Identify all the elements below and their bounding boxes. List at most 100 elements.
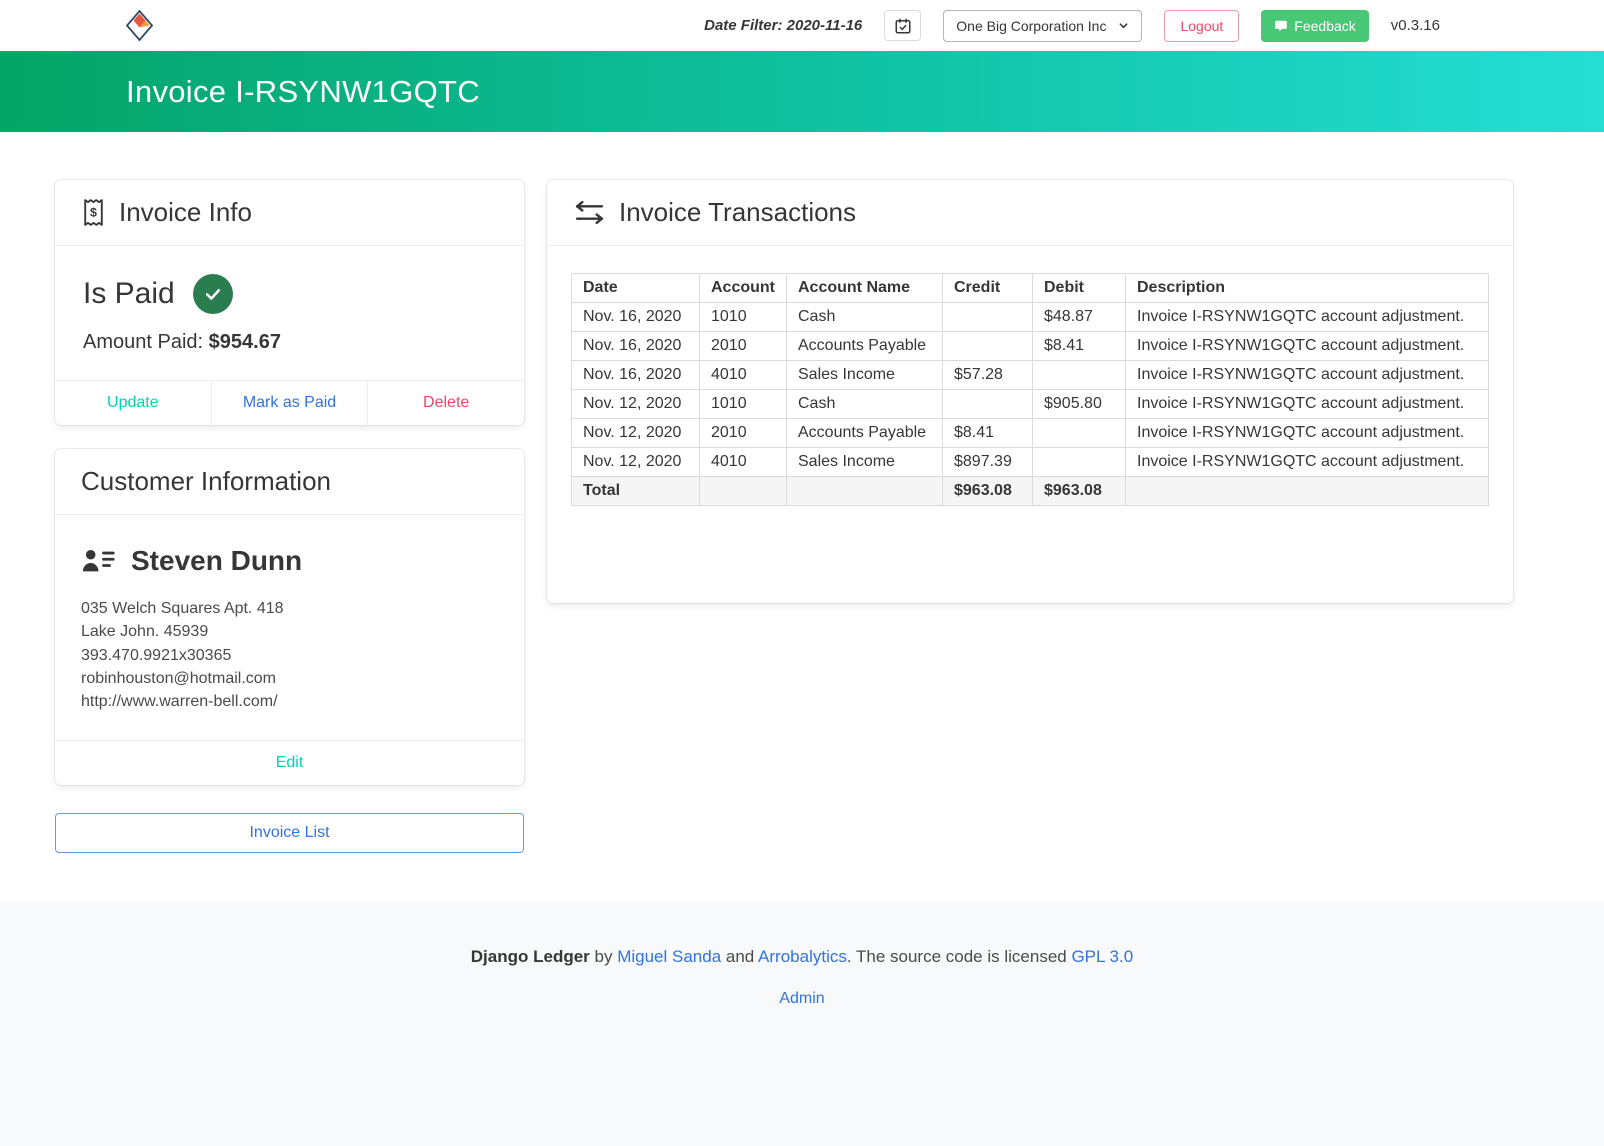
delete-button[interactable]: Delete <box>367 381 524 425</box>
cell-account-name: Accounts Payable <box>786 331 943 361</box>
cell-account-name: Cash <box>786 389 943 419</box>
total-credit: $963.08 <box>942 476 1033 506</box>
left-column: $ Invoice Info Is Paid Amount Paid: $954… <box>55 180 524 853</box>
table-row: Nov. 16, 2020 1010 Cash $48.87 Invoice I… <box>571 302 1489 332</box>
transactions-title: Invoice Transactions <box>619 197 857 227</box>
total-label: Total <box>571 476 700 506</box>
hero-banner: Invoice I-RSYNW1GQTC <box>0 51 1604 132</box>
table-row: Nov. 12, 2020 4010 Sales Income $897.39 … <box>571 447 1489 477</box>
cell-debit: $8.41 <box>1032 331 1126 361</box>
footer-org-link[interactable]: Arrobalytics <box>758 947 847 966</box>
table-row: Nov. 16, 2020 4010 Sales Income $57.28 I… <box>571 360 1489 390</box>
invoice-info-title: Invoice Info <box>119 197 252 227</box>
app-logo-icon[interactable] <box>126 10 153 41</box>
svg-text:$: $ <box>90 206 97 220</box>
right-column: Invoice Transactions Date Account Accoun… <box>547 180 1513 603</box>
customer-info-card: Customer Information Steven Dunn 035 Wel… <box>55 449 524 785</box>
footer-app-name: Django Ledger <box>470 946 590 966</box>
footer-license-text: . The source code is licensed <box>846 946 1072 966</box>
footer-author-link[interactable]: Miguel Sanda <box>617 947 721 966</box>
footer-by-text: by <box>589 946 618 966</box>
cell-debit: $905.80 <box>1032 389 1126 419</box>
cell-account-name: Sales Income <box>786 447 943 477</box>
main-content: $ Invoice Info Is Paid Amount Paid: $954… <box>0 132 1604 901</box>
transactions-card: Invoice Transactions Date Account Accoun… <box>547 180 1513 603</box>
col-header-description: Description <box>1125 273 1489 303</box>
version-label: v0.3.16 <box>1390 17 1440 34</box>
customer-info-header: Customer Information <box>55 449 524 515</box>
cell-description: Invoice I-RSYNW1GQTC account adjustment. <box>1125 302 1489 332</box>
exchange-arrows-icon <box>573 200 606 225</box>
cell-credit <box>942 389 1033 419</box>
table-header-row: Date Account Account Name Credit Debit D… <box>571 273 1489 303</box>
invoice-info-card: $ Invoice Info Is Paid Amount Paid: $954… <box>55 180 524 425</box>
is-paid-label: Is Paid <box>83 277 175 310</box>
cell-date: Nov. 16, 2020 <box>571 302 700 332</box>
cell-date: Nov. 12, 2020 <box>571 418 700 448</box>
cell-description: Invoice I-RSYNW1GQTC account adjustment. <box>1125 360 1489 390</box>
page-title: Invoice I-RSYNW1GQTC <box>126 73 480 109</box>
cell-account-name: Accounts Payable <box>786 418 943 448</box>
customer-email: robinhouston@hotmail.com <box>81 670 277 688</box>
footer-license-link[interactable]: GPL 3.0 <box>1071 947 1133 966</box>
cell-date: Nov. 16, 2020 <box>571 331 700 361</box>
invoice-list-button[interactable]: Invoice List <box>55 812 524 853</box>
cell-account: 2010 <box>699 418 787 448</box>
cell-debit: $48.87 <box>1032 302 1126 332</box>
col-header-account: Account <box>699 273 787 303</box>
customer-person-icon <box>81 548 117 575</box>
invoice-receipt-icon: $ <box>81 198 106 227</box>
feedback-button-label: Feedback <box>1294 17 1356 34</box>
table-total-row: Total $963.08 $963.08 <box>571 476 1489 506</box>
transactions-table: Date Account Account Name Credit Debit D… <box>571 273 1489 506</box>
cell-description: Invoice I-RSYNW1GQTC account adjustment. <box>1125 418 1489 448</box>
amount-paid-label: Amount Paid: <box>83 331 204 353</box>
entity-selector-value: One Big Corporation Inc <box>956 17 1107 34</box>
customer-address-line2: Lake John. 45939 <box>81 623 209 641</box>
mark-as-paid-button[interactable]: Mark as Paid <box>210 381 368 425</box>
chevron-down-icon <box>1118 20 1129 31</box>
cell-account: 2010 <box>699 331 787 361</box>
cell-date: Nov. 12, 2020 <box>571 447 700 477</box>
cell-account: 4010 <box>699 360 787 390</box>
customer-info-body: Steven Dunn 035 Welch Squares Apt. 418 L… <box>55 515 524 740</box>
logout-button[interactable]: Logout <box>1164 9 1240 42</box>
cell-empty <box>1125 476 1489 506</box>
customer-website: http://www.warren-bell.com/ <box>81 693 278 711</box>
table-row: Nov. 12, 2020 2010 Accounts Payable $8.4… <box>571 418 1489 448</box>
top-navbar: Date Filter: 2020-11-16 One Big Corporat… <box>0 0 1604 51</box>
cell-empty <box>786 476 943 506</box>
cell-debit <box>1032 360 1126 390</box>
invoice-info-body: Is Paid Amount Paid: $954.67 <box>55 246 524 380</box>
col-header-credit: Credit <box>942 273 1033 303</box>
customer-name: Steven Dunn <box>131 545 303 576</box>
cell-description: Invoice I-RSYNW1GQTC account adjustment. <box>1125 331 1489 361</box>
feedback-button[interactable]: Feedback <box>1261 9 1369 42</box>
cell-credit <box>942 331 1033 361</box>
total-debit: $963.08 <box>1032 476 1126 506</box>
cell-credit <box>942 302 1033 332</box>
edit-customer-button[interactable]: Edit <box>55 741 524 785</box>
paid-check-badge <box>192 274 233 314</box>
table-row: Nov. 12, 2020 1010 Cash $905.80 Invoice … <box>571 389 1489 419</box>
cell-credit: $8.41 <box>942 418 1033 448</box>
invoice-info-actions: Update Mark as Paid Delete <box>55 380 524 425</box>
transactions-body: Date Account Account Name Credit Debit D… <box>547 246 1513 603</box>
cell-debit <box>1032 447 1126 477</box>
cell-credit: $897.39 <box>942 447 1033 477</box>
cell-description: Invoice I-RSYNW1GQTC account adjustment. <box>1125 447 1489 477</box>
col-header-date: Date <box>571 273 700 303</box>
cell-description: Invoice I-RSYNW1GQTC account adjustment. <box>1125 389 1489 419</box>
entity-selector-dropdown[interactable]: One Big Corporation Inc <box>943 9 1143 42</box>
customer-address-line1: 035 Welch Squares Apt. 418 <box>81 600 284 617</box>
date-filter-calendar-button[interactable] <box>884 10 922 41</box>
col-header-debit: Debit <box>1032 273 1126 303</box>
admin-link[interactable]: Admin <box>779 990 824 1008</box>
cell-date: Nov. 12, 2020 <box>571 389 700 419</box>
footer-credits: Django Ledger by Miguel Sanda and Arroba… <box>20 947 1584 967</box>
transactions-header: Invoice Transactions <box>547 180 1513 246</box>
update-button[interactable]: Update <box>55 381 211 425</box>
cell-empty <box>699 476 787 506</box>
check-icon <box>203 284 223 304</box>
calendar-check-icon <box>894 17 912 35</box>
